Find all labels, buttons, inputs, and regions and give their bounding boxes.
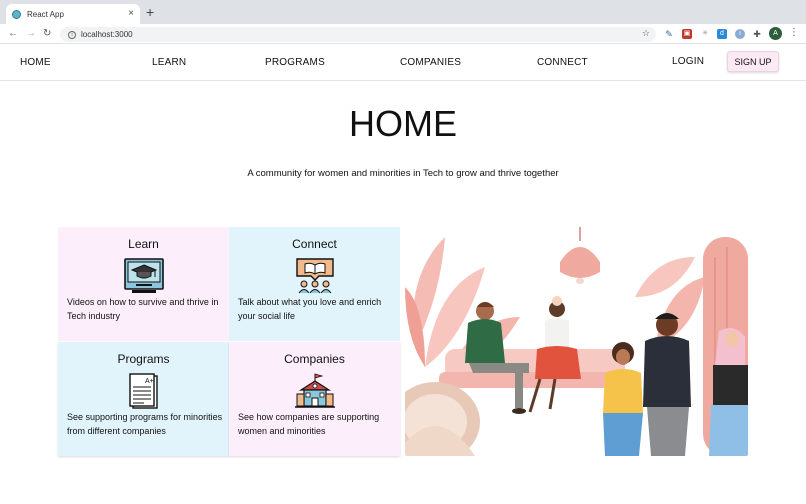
reload-icon[interactable]: ↻ — [43, 27, 51, 41]
page-title: HOME — [349, 103, 457, 144]
back-arrow-icon[interactable]: ← — [8, 27, 18, 41]
card-learn[interactable]: Learn Videos on how to survive and thriv… — [58, 227, 229, 341]
nav-programs[interactable]: PROGRAMS — [265, 57, 325, 68]
card-connect[interactable]: Connect Talk about what you love and enr… — [229, 227, 400, 341]
nav-learn[interactable]: LEARN — [152, 57, 186, 68]
browser-tab[interactable]: React App × — [6, 4, 140, 24]
profile-avatar[interactable]: A — [769, 27, 782, 40]
forward-arrow-icon[interactable]: → — [26, 27, 36, 41]
card-programs-title: Programs — [117, 352, 170, 366]
bookmark-star-icon[interactable]: ☆ — [642, 28, 650, 39]
feature-grid: Learn Videos on how to survive and thriv… — [58, 227, 748, 456]
card-connect-text: Talk about what you love and enrich your… — [238, 297, 382, 321]
circle-extension-icon[interactable]: i — [735, 29, 745, 39]
card-companies-text: See how companies are supporting women a… — [238, 412, 380, 436]
school-building-icon — [295, 373, 335, 408]
community-book-icon — [296, 258, 334, 294]
card-programs-text: See supporting programs for minorities f… — [67, 412, 223, 436]
info-icon[interactable]: i — [68, 30, 76, 39]
new-tab-button[interactable]: + — [146, 5, 154, 19]
pen-extension-icon[interactable]: ✎ — [664, 29, 674, 39]
tab-close-icon[interactable]: × — [128, 9, 134, 19]
nav-companies[interactable]: COMPANIES — [400, 57, 461, 68]
graded-document-icon: A+ — [129, 373, 158, 409]
site-navbar: HOME LEARN PROGRAMS COMPANIES CONNECT LO… — [0, 44, 806, 81]
sparkle-extension-icon[interactable]: ✳ — [700, 29, 710, 39]
puzzle-extensions-icon[interactable]: ✚ — [752, 29, 762, 39]
browser-tabbar: React App × + — [0, 0, 806, 24]
signup-button[interactable]: SIGN UP — [727, 51, 779, 72]
card-programs[interactable]: Programs A+ See supporting programs for … — [58, 342, 229, 456]
red-extension-icon[interactable]: ▣ — [682, 29, 692, 39]
community-illustration — [405, 227, 748, 456]
card-connect-title: Connect — [292, 237, 337, 251]
nav-connect[interactable]: CONNECT — [537, 57, 588, 68]
react-favicon-icon — [12, 9, 21, 19]
card-companies[interactable]: Companies See how companies are supporti… — [229, 342, 400, 456]
browser-toolbar: ← → ↻ i localhost:3000 ☆ ✎ ▣ ✳ d i ✚ A ⋮ — [0, 24, 806, 44]
blue-extension-icon[interactable]: d — [717, 29, 727, 39]
tab-title: React App — [27, 9, 64, 19]
nav-home[interactable]: HOME — [20, 57, 51, 68]
nav-login[interactable]: LOGIN — [672, 56, 704, 67]
svg-text:A+: A+ — [145, 378, 154, 385]
graduation-cap-monitor-icon — [124, 258, 164, 293]
tagline: A community for women and minorities in … — [247, 168, 559, 179]
address-url: localhost:3000 — [81, 30, 133, 39]
card-companies-title: Companies — [284, 352, 345, 366]
address-bar[interactable]: i localhost:3000 ☆ — [60, 27, 656, 42]
browser-menu-icon[interactable]: ⋮ — [789, 27, 799, 38]
card-learn-text: Videos on how to survive and thrive in T… — [67, 297, 219, 321]
card-learn-title: Learn — [128, 237, 159, 251]
